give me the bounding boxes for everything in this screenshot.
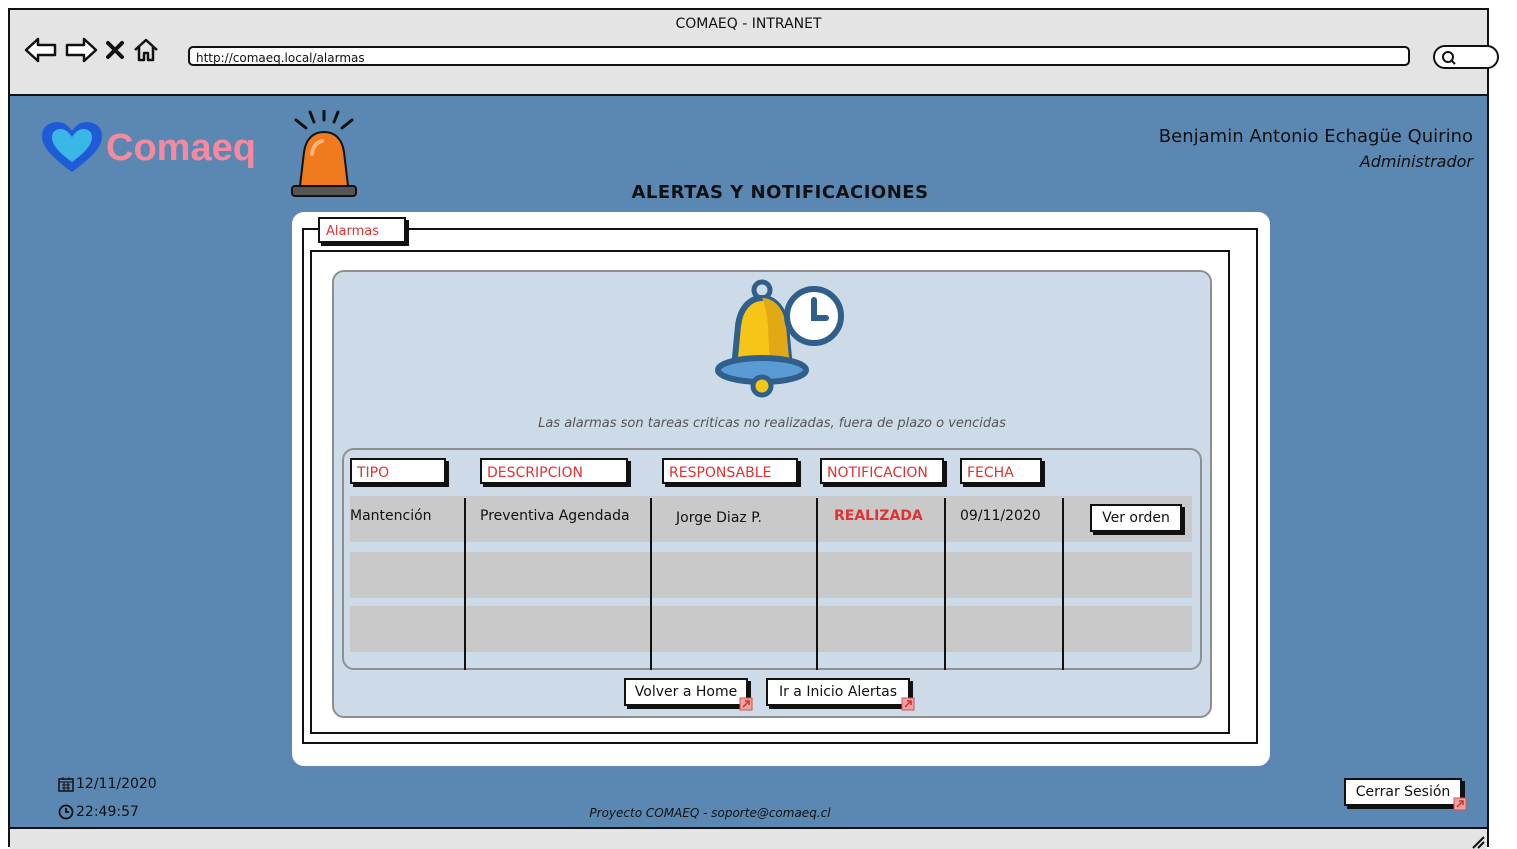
alarms-panel: Las alarmas son tareas criticas no reali… — [332, 270, 1212, 718]
alarms-card: Alarmas Las alarmas son tareas criticas … — [292, 212, 1270, 766]
table-row — [350, 496, 1192, 542]
user-name: Benjamin Antonio Echagüe Quirino — [1158, 126, 1473, 147]
page-title: ALERTAS Y NOTIFICACIONES — [631, 182, 929, 203]
resize-grip-icon[interactable] — [1467, 831, 1485, 849]
cell-responsable: Jorge Diaz P. — [676, 510, 762, 526]
forward-arrow-icon[interactable] — [64, 37, 98, 63]
alarms-description: Las alarmas son tareas criticas no reali… — [538, 416, 1006, 431]
column-header-responsable: RESPONSABLE — [662, 458, 798, 484]
table-row — [350, 552, 1192, 598]
current-date: 12/11/2020 — [76, 776, 157, 792]
column-header-tipo: TIPO — [350, 458, 446, 484]
stop-icon[interactable] — [104, 39, 126, 61]
back-home-button[interactable]: Volver a Home — [624, 678, 753, 711]
view-order-button[interactable]: Ver orden — [1090, 504, 1182, 532]
table-row — [350, 606, 1192, 652]
logout-button[interactable]: Cerrar Sesión — [1344, 778, 1467, 811]
link-icon — [739, 697, 753, 711]
cell-notificacion: REALIZADA — [834, 508, 923, 524]
column-header-fecha: FECHA — [960, 458, 1042, 484]
column-divider — [944, 498, 946, 670]
current-time: 22:49:57 — [76, 804, 139, 820]
url-bar[interactable]: http://comaeq.local/alarmas — [188, 46, 1410, 66]
user-role: Administrador — [1359, 152, 1473, 171]
calendar-icon — [58, 777, 74, 792]
alerts-home-label: Ir a Inicio Alertas — [778, 684, 898, 700]
browser-window: COMAEQ - INTRANET http://comaeq.local/al… — [8, 8, 1499, 849]
cell-tipo: Mantención — [350, 508, 432, 524]
link-icon — [1453, 797, 1467, 811]
column-divider — [650, 498, 652, 670]
logout-label: Cerrar Sesión — [1355, 784, 1451, 800]
alarms-table: TIPO DESCRIPCION RESPONSABLE NOTIFICACIO… — [342, 448, 1202, 670]
back-home-label: Volver a Home — [634, 684, 738, 700]
link-icon — [901, 697, 915, 711]
home-icon[interactable] — [132, 37, 160, 63]
browser-titlebar: COMAEQ - INTRANET http://comaeq.local/al… — [10, 10, 1499, 96]
alarms-inner-frame: Las alarmas son tareas criticas no reali… — [310, 250, 1230, 734]
window-title: COMAEQ - INTRANET — [675, 16, 822, 32]
cell-fecha: 09/11/2020 — [960, 508, 1041, 524]
column-divider — [816, 498, 818, 670]
logo-text: Comaeq — [106, 126, 256, 169]
browser-search-button[interactable] — [1433, 45, 1499, 69]
alarms-group-label: Alarmas — [318, 217, 406, 243]
cell-descripcion: Preventiva Agendada — [480, 508, 630, 524]
back-arrow-icon[interactable] — [24, 37, 58, 63]
footer-text: Proyecto COMAEQ - soporte@comaeq.cl — [589, 806, 831, 820]
clock-icon — [58, 804, 74, 820]
page-content: Comaeq Benjamin Antonio Echagüe Quirino … — [10, 96, 1487, 827]
alerts-home-button[interactable]: Ir a Inicio Alertas — [766, 678, 915, 711]
search-icon — [1442, 51, 1456, 65]
bell-clock-icon — [708, 276, 848, 410]
column-divider — [464, 498, 466, 670]
heart-logo-icon — [42, 122, 102, 172]
siren-icon — [286, 108, 362, 206]
browser-statusbar — [10, 827, 1487, 849]
brand-logo[interactable]: Comaeq — [40, 120, 256, 176]
column-header-notificacion: NOTIFICACION — [820, 458, 944, 484]
nav-buttons — [24, 37, 160, 63]
column-header-descripcion: DESCRIPCION — [480, 458, 628, 484]
column-divider — [1062, 498, 1064, 670]
status-date: 12/11/2020 — [58, 776, 157, 792]
status-time: 22:49:57 — [58, 804, 139, 820]
